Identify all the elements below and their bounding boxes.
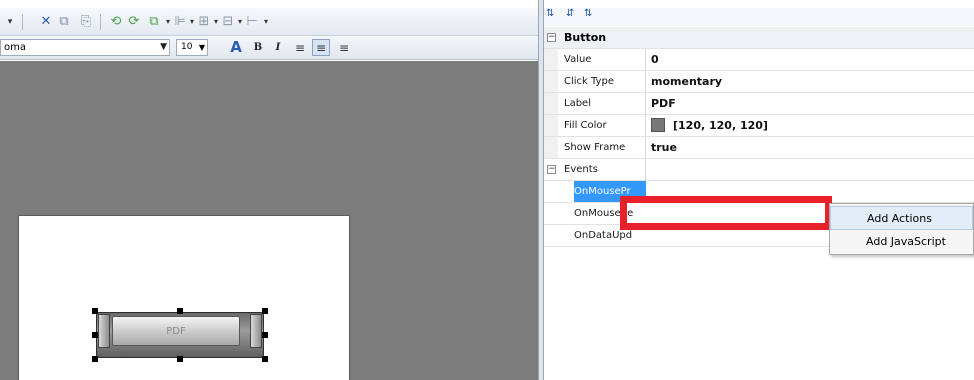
property-row-label[interactable]: Label PDF (544, 93, 974, 115)
property-value[interactable]: 0 (647, 49, 659, 70)
ungroup-icon[interactable]: ⟳ (126, 14, 142, 30)
resize-handle[interactable] (92, 332, 98, 338)
events-group[interactable]: − Events (544, 159, 974, 181)
property-name: Click Type (564, 71, 646, 92)
property-toolbar: ⇅ ⇵ ⇅ (544, 8, 974, 26)
resize-handle[interactable] (262, 332, 268, 338)
menu-item-add-actions[interactable]: Add Actions (830, 206, 973, 230)
highlight-box (620, 196, 832, 230)
property-name: Value (564, 49, 646, 70)
sort-categorized-icon[interactable]: ⇅ (546, 8, 554, 19)
font-name-value: oma (4, 42, 26, 53)
toolbar-separator (100, 14, 101, 30)
resize-handle[interactable] (177, 308, 183, 314)
paste-icon[interactable]: ⎘ (78, 14, 94, 30)
chevron-down-icon: ▼ (160, 42, 167, 52)
properties-icon[interactable]: ⇅ (584, 8, 592, 19)
property-value[interactable]: [120, 120, 120] (647, 115, 768, 136)
category-button[interactable]: − Button (544, 27, 974, 49)
align-left-icon[interactable]: ≡ (292, 40, 308, 56)
row-gutter (544, 49, 558, 70)
editor-area: ▾ ✕ ⧉ ⎘ ⟲ ⟳ ⧉ ▾ ⊫ ▾ ⊞ ▾ ⊟ ▾ ⊢ ▾ oma ▼ 10… (0, 0, 538, 380)
property-value[interactable]: PDF (647, 93, 676, 114)
bold-button[interactable]: B (250, 40, 266, 56)
row-gutter (544, 137, 558, 158)
group-icon[interactable]: ⟲ (108, 14, 124, 30)
property-row-value[interactable]: Value 0 (544, 49, 974, 71)
property-value[interactable]: true (647, 137, 677, 158)
delete-icon[interactable]: ✕ (38, 14, 54, 30)
widget-endcap-right (250, 314, 262, 348)
resize-handle[interactable] (262, 356, 268, 362)
property-grid: ⇅ ⇵ ⇅ − Button Value 0 Click Type moment… (544, 0, 974, 380)
align-right-icon[interactable]: ≡ (336, 40, 352, 56)
property-row-show-frame[interactable]: Show Frame true (544, 137, 974, 159)
events-label: Events (564, 159, 646, 180)
font-name-select[interactable]: oma ▼ (0, 39, 170, 56)
resize-handle[interactable] (262, 308, 268, 314)
italic-button[interactable]: I (270, 40, 286, 56)
row-gutter (544, 71, 558, 92)
font-size-select[interactable]: 10 ▼ (176, 39, 208, 56)
row-gutter (544, 93, 558, 114)
property-value[interactable]: momentary (647, 71, 722, 92)
pdf-button-widget[interactable]: PDF (92, 308, 268, 362)
widget-label: PDF (112, 316, 240, 346)
property-row-click-type[interactable]: Click Type momentary (544, 71, 974, 93)
format-toolbar: oma ▼ 10 ▼ A B I ≡ ≡ ≡ (0, 36, 538, 60)
property-name: Show Frame (564, 137, 646, 158)
toolbar-separator (22, 14, 23, 30)
font-size-value: 10 (181, 42, 193, 52)
property-name: Fill Color (564, 115, 646, 136)
collapse-icon[interactable]: − (547, 33, 556, 42)
main-toolbar: ▾ ✕ ⧉ ⎘ ⟲ ⟳ ⧉ ▾ ⊫ ▾ ⊞ ▾ ⊟ ▾ ⊢ ▾ (0, 8, 538, 36)
category-label: Button (564, 31, 607, 44)
row-gutter (544, 115, 558, 136)
sort-alpha-icon[interactable]: ⇵ (566, 8, 574, 19)
context-menu: Add Actions Add JavaScript (829, 203, 974, 255)
color-swatch[interactable] (651, 118, 665, 132)
menu-item-add-javascript[interactable]: Add JavaScript (830, 230, 973, 254)
widget-endcap-left (98, 314, 110, 348)
spacing-dropdown-icon[interactable]: ▾ (258, 14, 274, 30)
copy-icon[interactable]: ⧉ (56, 14, 72, 30)
chevron-down-icon: ▼ (198, 43, 205, 52)
property-name: Label (564, 93, 646, 114)
resize-handle[interactable] (177, 356, 183, 362)
font-color-icon[interactable]: A (228, 39, 244, 55)
property-row-fill-color[interactable]: Fill Color [120, 120, 120] (544, 115, 974, 137)
align-center-icon[interactable]: ≡ (312, 39, 330, 56)
dropdown-icon[interactable]: ▾ (2, 14, 18, 30)
fill-color-value: [120, 120, 120] (673, 119, 768, 132)
collapse-icon[interactable]: − (547, 165, 556, 174)
resize-handle[interactable] (92, 308, 98, 314)
resize-handle[interactable] (92, 356, 98, 362)
